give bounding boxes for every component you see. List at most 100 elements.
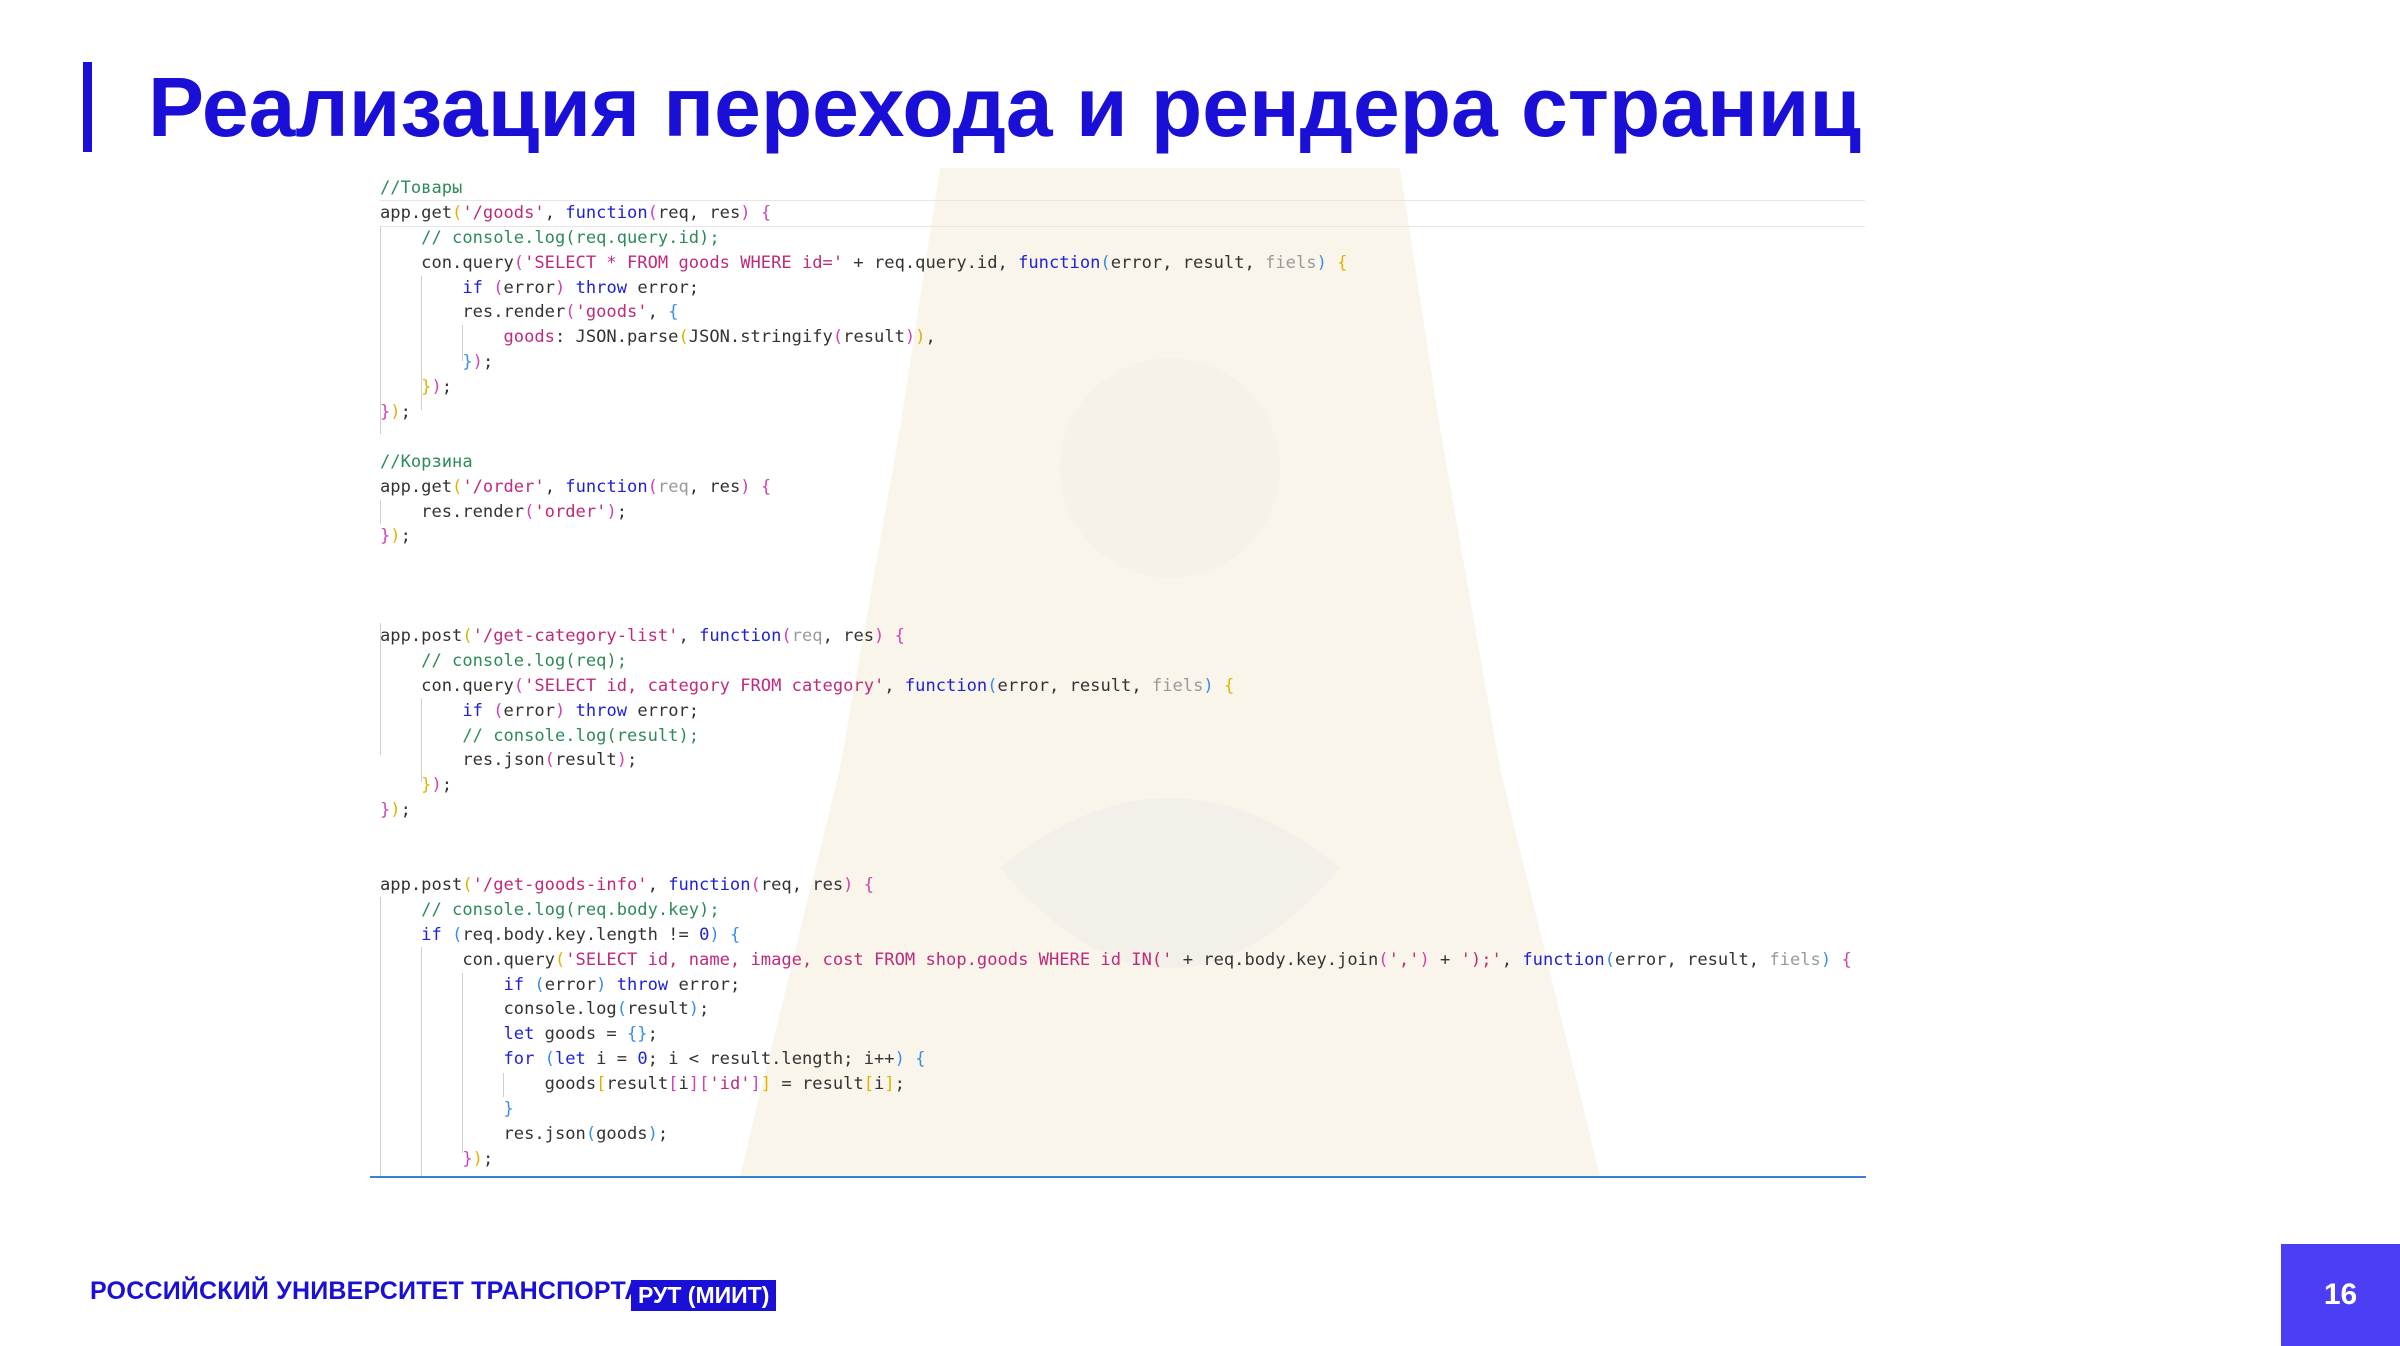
code-line: }); xyxy=(380,773,1852,798)
code-token: ) xyxy=(431,377,442,398)
code-token: goods xyxy=(503,327,555,348)
code-token: i = xyxy=(585,1049,638,1070)
code-line: // console.log(result); xyxy=(380,724,1852,749)
code-token: ; xyxy=(482,1148,494,1169)
code-token: req.body.key.length != xyxy=(462,924,700,945)
code-token: ( xyxy=(513,675,525,696)
code-token: ; xyxy=(699,999,710,1020)
code-token: ( xyxy=(452,202,463,223)
code-token: '/get-category-list' xyxy=(472,626,679,647)
code-token: let xyxy=(503,1024,535,1045)
code-token: //Корзина xyxy=(380,451,473,472)
code-token: 0 xyxy=(637,1049,648,1070)
code-token: error xyxy=(544,974,597,995)
code-token: ( xyxy=(616,999,627,1020)
code-token: error; xyxy=(627,277,700,298)
code-token: fiels xyxy=(1151,675,1204,696)
code-token: + req.body.key.join xyxy=(1172,949,1379,970)
code-token: ( xyxy=(1378,949,1389,970)
code-token: , xyxy=(647,874,669,895)
code-token: ) xyxy=(1820,949,1832,970)
code-line: }); xyxy=(380,375,1852,400)
code-line: app.get('/order', function(req, res) { xyxy=(380,475,1852,500)
code-token: ) xyxy=(1419,949,1430,970)
code-token: { xyxy=(668,302,679,323)
code-token: let xyxy=(554,1049,586,1070)
code-token: i xyxy=(678,1074,689,1095)
code-token: { xyxy=(1841,949,1852,970)
code-token: { xyxy=(760,476,772,497)
code-token: ) xyxy=(688,999,700,1020)
code-token: ] xyxy=(688,1074,700,1095)
code-token: ; i < result.length; i++ xyxy=(647,1049,895,1070)
code-token: ( xyxy=(678,327,689,348)
code-token: ) xyxy=(647,1123,658,1144)
code-line: res.json(result); xyxy=(380,748,1852,773)
slide-title: Реализация перехода и рендера страниц xyxy=(148,60,1861,154)
code-token: ( xyxy=(565,302,576,323)
code-token: error; xyxy=(668,974,741,995)
code-token: res.render xyxy=(380,501,525,522)
code-token: res.json xyxy=(380,1123,586,1144)
code-token: ( xyxy=(1100,252,1111,273)
code-token: ( xyxy=(534,974,545,995)
code-token: // console.log(req); xyxy=(421,650,627,671)
code-line: con.query('SELECT * FROM goods WHERE id=… xyxy=(380,251,1852,276)
code-token: ( xyxy=(544,1049,555,1070)
code-token: ( xyxy=(462,626,473,647)
code-token: result xyxy=(843,327,905,348)
code-token: {} xyxy=(627,1024,648,1045)
code-token: ) xyxy=(472,352,483,373)
code-token: } xyxy=(503,1098,514,1119)
code-token: res.json xyxy=(380,750,545,771)
code-token: ) xyxy=(709,924,720,945)
code-token: { xyxy=(894,626,905,647)
code-screenshot: //Товары app.get('/goods', function(req, … xyxy=(370,168,1865,1176)
code-token: ) xyxy=(874,626,885,647)
code-token: if xyxy=(503,974,525,995)
code-token: throw xyxy=(616,974,669,995)
code-token: ) xyxy=(555,700,566,721)
code-token: , res xyxy=(822,626,875,647)
code-token: + req.query.id, xyxy=(843,252,1019,273)
code-token: 'id' xyxy=(709,1074,751,1095)
code-line: if (error) throw error; xyxy=(380,276,1852,301)
code-line: // console.log(req.body.key); xyxy=(380,898,1852,923)
code-token: function xyxy=(1018,252,1101,273)
code-token: } xyxy=(421,377,432,398)
code-token: { xyxy=(760,202,772,223)
code-line: }); xyxy=(380,350,1852,375)
code-line: app.post('/get-category-list', function(… xyxy=(380,624,1852,649)
code-token: ; xyxy=(894,1074,905,1095)
code-token: ) xyxy=(740,202,751,223)
code-token: ; xyxy=(657,1123,669,1144)
code-line: let goods = {}; xyxy=(380,1022,1852,1047)
code-token: ) xyxy=(390,526,401,547)
code-line: res.json(goods); xyxy=(380,1122,1852,1147)
code-token: ( xyxy=(554,949,566,970)
code-token: , xyxy=(678,626,700,647)
code-token: , xyxy=(884,675,905,696)
code-token: , xyxy=(925,327,936,348)
code-token: [ xyxy=(668,1074,679,1095)
code-token: ) xyxy=(616,750,628,771)
code-token: ; xyxy=(441,377,453,398)
code-line: //Товары xyxy=(380,176,1852,201)
code-token: ( xyxy=(513,252,525,273)
code-token: error xyxy=(503,700,555,721)
code-token: fiels xyxy=(1769,949,1821,970)
code-token: } xyxy=(462,1148,473,1169)
